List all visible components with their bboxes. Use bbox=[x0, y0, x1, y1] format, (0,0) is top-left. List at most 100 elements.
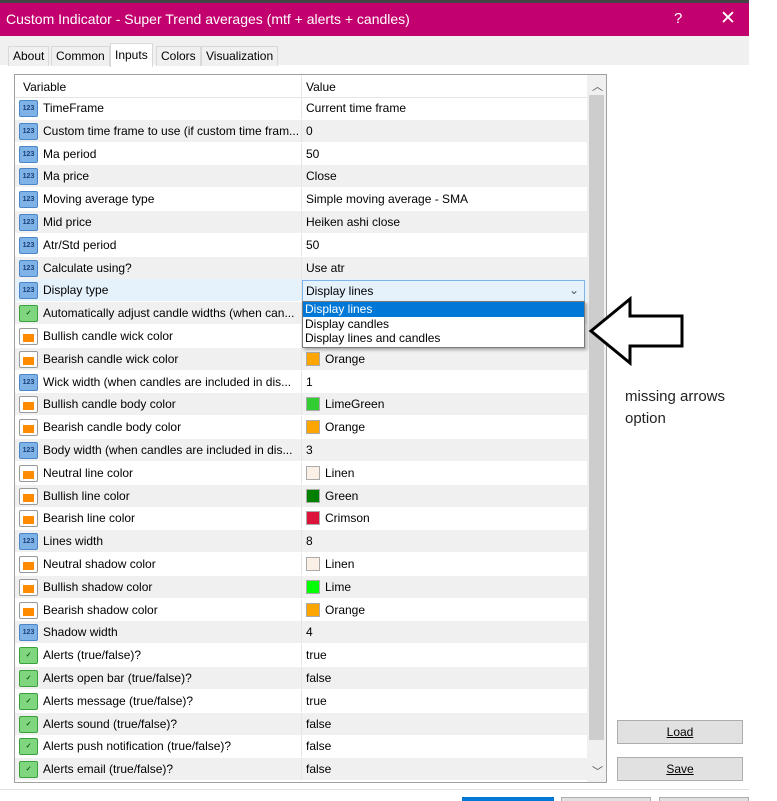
header-value: Value bbox=[306, 80, 336, 94]
cancel-button[interactable] bbox=[561, 797, 651, 801]
color-type-icon bbox=[19, 601, 38, 619]
color-type-icon bbox=[19, 510, 38, 528]
column-divider[interactable] bbox=[301, 75, 302, 97]
variable-value[interactable]: false bbox=[301, 758, 331, 781]
scroll-up-icon[interactable]: ︿ bbox=[592, 78, 603, 94]
variable-value[interactable]: 4 bbox=[301, 621, 313, 644]
variable-value[interactable]: Green bbox=[301, 484, 358, 507]
table-row[interactable]: Bearish shadow color Orange bbox=[15, 598, 587, 622]
number-type-icon: 123 bbox=[19, 259, 38, 277]
scroll-down-icon[interactable]: ﹀ bbox=[592, 763, 603, 779]
table-row[interactable]: ✓ Alerts (true/false)? true bbox=[15, 644, 587, 668]
table-row[interactable]: Neutral line color Linen bbox=[15, 461, 587, 485]
variable-value[interactable]: Linen bbox=[301, 553, 354, 575]
variable-value[interactable]: 3 bbox=[301, 439, 313, 461]
help-button[interactable]: ? bbox=[674, 10, 682, 27]
variable-value[interactable]: false bbox=[301, 735, 331, 758]
table-row[interactable]: 123 Ma price Close bbox=[15, 165, 587, 189]
variable-value[interactable]: Linen bbox=[301, 461, 354, 484]
table-row[interactable]: Bullish candle body color LimeGreen bbox=[15, 393, 587, 417]
save-button[interactable]: Save bbox=[617, 757, 743, 781]
variable-value[interactable]: 1 bbox=[301, 370, 313, 393]
table-row[interactable]: Neutral shadow color Linen bbox=[15, 553, 587, 576]
variable-name: Bearish shadow color bbox=[43, 602, 158, 617]
variable-value[interactable]: true bbox=[301, 689, 327, 712]
color-type-icon bbox=[19, 350, 38, 368]
table-row[interactable]: ✓ Alerts email (true/false)? false bbox=[15, 758, 587, 782]
variable-value[interactable]: 0 bbox=[301, 119, 313, 142]
color-type-icon bbox=[19, 328, 38, 345]
tab-visualization[interactable]: Visualization bbox=[201, 46, 279, 66]
table-row[interactable]: 123 Calculate using? Use atr bbox=[15, 256, 587, 280]
table-row[interactable]: Bullish shadow color Lime bbox=[15, 575, 587, 599]
color-type-icon bbox=[19, 396, 38, 414]
table-row[interactable]: 123 Ma period 50 bbox=[15, 142, 587, 166]
table-row[interactable]: 123 Moving average type Simple moving aver… bbox=[15, 188, 587, 212]
inputs-grid: Variable Value 123 TimeFrame Current time … bbox=[14, 74, 607, 783]
scrollbar-thumb[interactable] bbox=[589, 95, 604, 740]
value-text: false bbox=[306, 716, 332, 731]
variable-value[interactable]: false bbox=[301, 712, 332, 735]
variable-name: Ma price bbox=[43, 169, 90, 184]
dropdown-option[interactable]: Display lines bbox=[303, 302, 584, 317]
table-row[interactable]: ✓ Alerts push notification (true/false)? f… bbox=[15, 735, 587, 759]
table-row[interactable]: Bearish candle wick color Orange bbox=[15, 347, 587, 371]
color-type-icon bbox=[19, 464, 38, 482]
chevron-down-icon[interactable]: ⌄ bbox=[569, 283, 579, 297]
tab-about[interactable]: About bbox=[8, 46, 50, 66]
variable-value[interactable]: Lime bbox=[301, 575, 351, 598]
tab-inputs[interactable]: Inputs bbox=[110, 43, 153, 67]
table-row[interactable]: ✓ Alerts sound (true/false)? false bbox=[15, 712, 587, 736]
vertical-scrollbar[interactable]: ︿ ﹀ bbox=[587, 75, 606, 782]
table-row[interactable]: ✓ Alerts open bar (true/false)? false bbox=[15, 667, 587, 690]
variable-value[interactable]: 50 bbox=[301, 142, 319, 165]
variable-value[interactable]: Simple moving average - SMA bbox=[301, 188, 468, 211]
variable-value[interactable]: LimeGreen bbox=[301, 393, 384, 416]
table-row[interactable]: 123 Shadow width 4 bbox=[15, 621, 587, 645]
variable-value[interactable]: Crimson bbox=[301, 507, 370, 530]
reset-button[interactable] bbox=[659, 797, 749, 801]
dropdown-option[interactable]: Display lines and candles bbox=[303, 331, 584, 346]
grid-header: Variable Value bbox=[15, 75, 587, 98]
value-text: false bbox=[306, 671, 332, 685]
table-row[interactable]: 123 Lines width 8 bbox=[15, 530, 587, 554]
variable-value[interactable]: Orange bbox=[301, 347, 366, 370]
variable-value[interactable]: Use atr bbox=[301, 256, 345, 279]
variable-value[interactable]: 8 bbox=[301, 530, 313, 553]
number-type-icon: 123 bbox=[19, 236, 38, 254]
table-row[interactable]: 123 Wick width (when candles are included… bbox=[15, 370, 587, 394]
display-type-combobox[interactable]: Display lines ⌄ bbox=[302, 280, 585, 302]
close-button[interactable]: ✕ bbox=[720, 7, 736, 30]
variable-value[interactable]: true bbox=[301, 644, 327, 667]
value-text: Orange bbox=[325, 351, 366, 366]
tab-common[interactable]: Common bbox=[51, 46, 110, 66]
table-row[interactable]: 123 Body width (when candles are included… bbox=[15, 439, 587, 462]
table-row[interactable]: Bearish line color Crimson bbox=[15, 507, 587, 531]
table-row[interactable]: 123 Atr/Std period 50 bbox=[15, 233, 587, 257]
table-row[interactable]: Bullish line color Green bbox=[15, 484, 587, 508]
number-type-icon: 123 bbox=[19, 282, 38, 300]
table-row[interactable]: 123 Custom time frame to use (if custom t… bbox=[15, 119, 587, 143]
variable-value[interactable]: Close bbox=[301, 165, 337, 188]
variable-value[interactable]: Heiken ashi close bbox=[301, 211, 400, 233]
ok-button[interactable] bbox=[462, 797, 554, 801]
number-type-icon: 123 bbox=[19, 100, 38, 117]
variable-value[interactable]: Orange bbox=[301, 598, 365, 621]
variable-value[interactable]: Orange bbox=[301, 416, 365, 439]
dropdown-option[interactable]: Display candles bbox=[303, 317, 584, 332]
variable-name: TimeFrame bbox=[43, 101, 104, 115]
variable-value[interactable]: Current time frame bbox=[301, 97, 406, 119]
table-row[interactable]: 123 TimeFrame Current time frame bbox=[15, 97, 587, 120]
table-row[interactable]: Bearish candle body color Orange bbox=[15, 416, 587, 440]
variable-name: Alerts email (true/false)? bbox=[43, 762, 174, 777]
variable-value[interactable]: 50 bbox=[301, 233, 319, 256]
variable-name: Wick width (when candles are included in… bbox=[43, 374, 292, 389]
value-text: Close bbox=[306, 169, 337, 184]
table-row[interactable]: 123 Mid price Heiken ashi close bbox=[15, 211, 587, 234]
table-row[interactable]: ✓ Alerts message (true/false)? true bbox=[15, 689, 587, 713]
tab-colors[interactable]: Colors bbox=[156, 46, 201, 66]
load-button[interactable]: Load bbox=[617, 720, 743, 744]
left-arrow-annotation-icon bbox=[588, 296, 684, 366]
variable-name: Moving average type bbox=[43, 192, 155, 207]
variable-value[interactable]: false bbox=[301, 667, 331, 689]
